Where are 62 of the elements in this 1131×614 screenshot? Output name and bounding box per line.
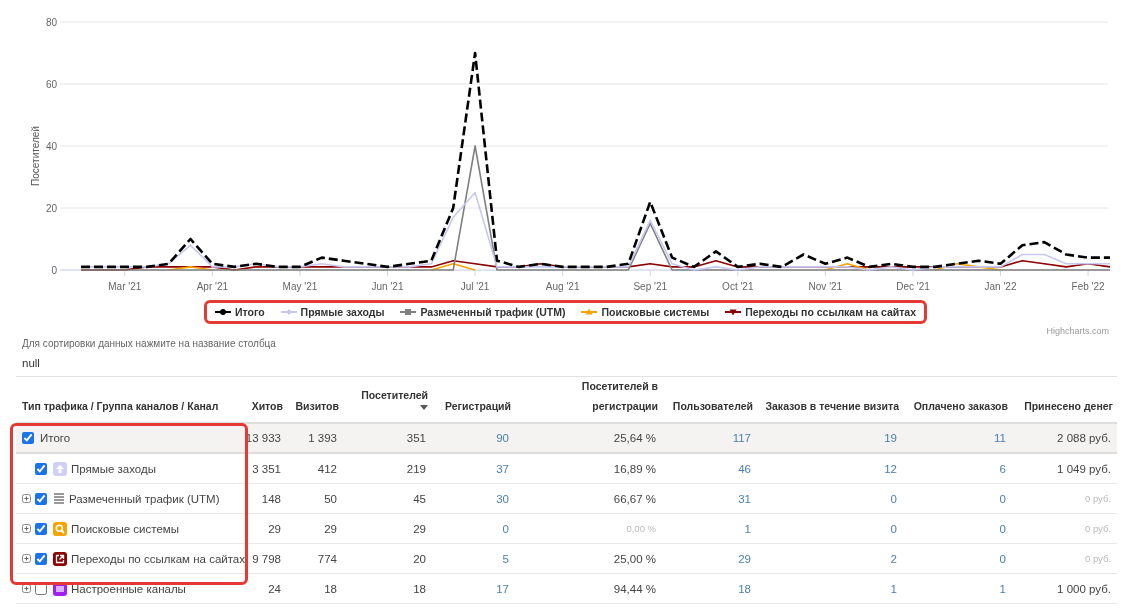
search-icon (53, 521, 67, 536)
legend-marker-icon (214, 307, 231, 317)
x-tick-label: Jun '21 (371, 281, 404, 292)
legend-label: Поисковые системы (601, 306, 710, 318)
channel-name: Настроенные каналы (71, 582, 186, 595)
x-tick-label: Apr '21 (196, 281, 229, 292)
expand-icon[interactable] (22, 584, 31, 593)
x-tick-label: Aug '21 (545, 281, 580, 292)
x-tick-label: May '21 (282, 281, 318, 292)
y-tick-label: 20 (45, 203, 57, 214)
y-tick-label: 40 (45, 141, 57, 152)
y-tick-label: 60 (45, 79, 57, 90)
channel-name: Итого (40, 432, 71, 444)
legend-item[interactable]: Поисковые системы (581, 306, 710, 318)
y-tick-label: 0 (51, 265, 57, 276)
table-cell: 1 393 (287, 424, 343, 454)
channel-name: Размеченный трафик (UTM) (69, 492, 220, 505)
table-cell: 351 (343, 424, 432, 454)
credit-link[interactable]: Highcharts.com (1046, 326, 1109, 336)
channel-name: Поисковые системы (71, 522, 179, 535)
table-link[interactable]: 11 (903, 424, 1012, 454)
x-tick-label: Mar '21 (108, 281, 142, 292)
row-checkbox[interactable] (35, 492, 47, 505)
x-tick-label: Feb '22 (1071, 281, 1105, 292)
expand-icon[interactable] (22, 524, 31, 533)
table-link[interactable]: 117 (662, 424, 757, 454)
expand-icon[interactable] (22, 494, 31, 503)
legend-label: Итого (234, 306, 265, 318)
table-cell: 2 088 руб. (1012, 424, 1117, 454)
legend-marker-icon (280, 307, 297, 317)
channel-name: Прямые заходы (71, 462, 156, 475)
channel-name: Переходы по ссылкам на сайтах (71, 552, 245, 565)
x-tick-label: Sep '21 (633, 281, 668, 292)
row-checkbox[interactable] (35, 582, 47, 595)
x-tick-label: Jan '22 (984, 281, 1017, 292)
null-text: null (22, 357, 41, 369)
legend-marker-icon (725, 307, 742, 317)
expand-icon[interactable] (22, 554, 31, 563)
row-checkbox[interactable] (35, 462, 47, 475)
y-axis-title: Посетителей (30, 126, 41, 186)
row-checkbox[interactable] (35, 552, 47, 565)
arrow-up-icon (53, 461, 67, 476)
sort-hint: Для сортировки данных нажмите на название столбца (22, 338, 277, 349)
legend-item[interactable]: Прямые заходы (280, 306, 385, 318)
x-tick-label: Jul '21 (460, 281, 490, 292)
list-icon (53, 493, 65, 504)
legend-marker-icon (400, 307, 417, 317)
row-checkbox[interactable] (35, 522, 47, 535)
x-tick-label: Dec '21 (896, 281, 930, 292)
table-cell: 25,64 % (515, 424, 662, 454)
x-tick-label: Nov '21 (808, 281, 843, 292)
legend-label: Прямые заходы (300, 306, 385, 318)
row-checkbox[interactable] (22, 432, 34, 444)
table-link[interactable]: 90 (432, 424, 515, 454)
external-link-icon (53, 551, 67, 566)
legend-marker-icon (581, 307, 598, 317)
y-tick-label: 80 (45, 17, 57, 28)
legend-item[interactable]: Итого (214, 306, 265, 318)
table-link[interactable]: 19 (757, 424, 903, 454)
sort-caret-icon (420, 405, 428, 410)
column-header[interactable]: Тип трафика / Группа каналов / Канал (16, 377, 250, 424)
x-tick-label: Oct '21 (722, 281, 754, 292)
